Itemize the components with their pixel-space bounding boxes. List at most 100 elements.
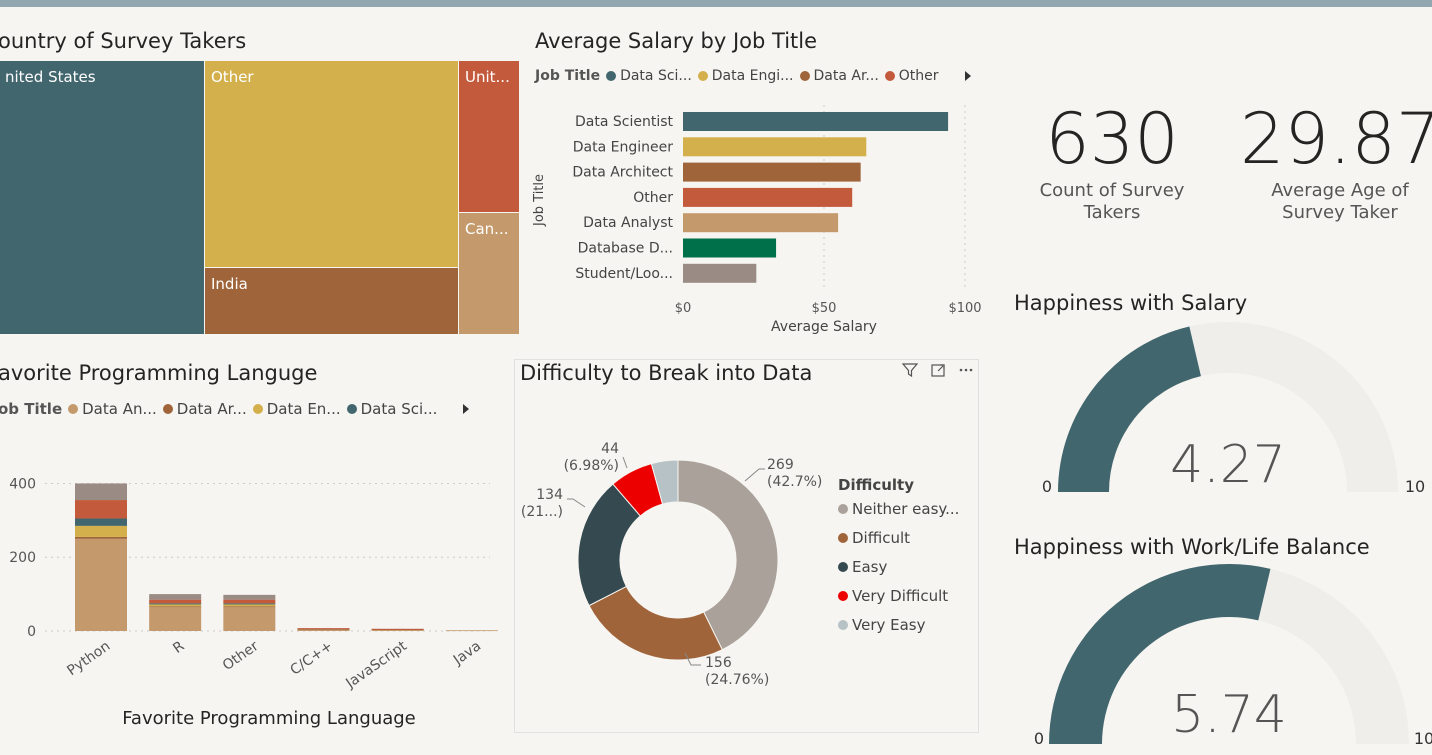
stacked-bar-segment[interactable]	[297, 628, 350, 629]
salary-bar[interactable]	[683, 187, 853, 207]
salary-bar[interactable]	[683, 137, 867, 157]
legend-title: Difficulty	[838, 476, 914, 494]
gauge-value: 5.74	[1171, 685, 1287, 745]
legend-item[interactable]: Data Ar...	[799, 68, 879, 84]
y-tick-label: Database D...	[578, 241, 673, 257]
data-label-value: 269	[767, 457, 794, 473]
treemap-cell-other[interactable]: Other	[204, 60, 459, 268]
gauge-min: 0	[1034, 729, 1044, 748]
legend-label: Difficult	[852, 529, 911, 547]
salary-bar[interactable]	[683, 112, 949, 131]
x-tick-label: $50	[812, 301, 837, 316]
legend-item[interactable]: Data Sci...	[346, 400, 437, 418]
stacked-bar-segment[interactable]	[149, 603, 202, 605]
legend-dot	[838, 504, 848, 514]
legend-item[interactable]: Other	[884, 68, 939, 84]
difficulty-legend: Difficulty Neither easy... Difficult Eas…	[838, 476, 959, 645]
donut-slice[interactable]	[588, 585, 723, 661]
more-options-icon[interactable]	[956, 362, 976, 382]
legend-item[interactable]: Difficult	[838, 529, 959, 558]
legend-label: Easy	[852, 558, 888, 576]
legend-item[interactable]: Data Sci...	[606, 68, 692, 84]
stacked-bar-segment[interactable]	[223, 606, 276, 608]
legend-item[interactable]: Data En...	[252, 400, 341, 418]
legend-item[interactable]: Data An...	[68, 400, 157, 418]
treemap-cell-united-kingdom[interactable]: Unit...	[458, 60, 520, 213]
legend-dot	[162, 404, 173, 414]
y-tick-label: 0	[27, 624, 36, 640]
stacked-bar-segment[interactable]	[223, 594, 276, 600]
stacked-bar-segment[interactable]	[297, 628, 350, 630]
stacked-bar-segment[interactable]	[149, 599, 202, 604]
legend-dot	[606, 71, 617, 81]
legend-label: Data Ar...	[813, 68, 879, 84]
x-tick-label: Other	[220, 638, 262, 674]
legend-dot	[799, 71, 810, 81]
legend-dot	[838, 533, 848, 543]
treemap-cell-india[interactable]: India	[204, 267, 459, 335]
y-tick-label: Data Scientist	[575, 114, 674, 130]
stacked-bar-segment[interactable]	[223, 599, 276, 604]
filter-icon[interactable]	[900, 362, 920, 382]
data-label-percent: (42.7%)	[767, 474, 822, 490]
kpi-label-line: Survey Taker	[1282, 202, 1398, 223]
y-tick-label: 400	[9, 476, 36, 492]
salary-bar[interactable]	[683, 162, 861, 182]
legend-item[interactable]: Data Ar...	[162, 400, 247, 418]
legend-item[interactable]: Data Engi...	[697, 68, 794, 84]
language-chart-title: avorite Programming Languge	[0, 361, 318, 385]
stacked-bar-segment[interactable]	[75, 518, 127, 526]
stacked-bar-segment[interactable]	[75, 500, 127, 519]
focus-mode-icon[interactable]	[928, 362, 948, 382]
stacked-bar-segment[interactable]	[75, 525, 127, 537]
data-label-percent: (24.76%)	[705, 672, 769, 688]
y-tick-label: Student/Loo...	[575, 266, 673, 282]
stacked-bar-segment[interactable]	[445, 630, 498, 632]
gauge-salary: 4.27 0 10	[1042, 322, 1425, 496]
legend-label: Neither easy...	[852, 500, 960, 518]
treemap-cell-canada[interactable]: Can...	[458, 212, 520, 335]
gauge-min: 0	[1042, 477, 1052, 496]
salary-bar[interactable]	[683, 213, 839, 233]
stacked-bar-segment[interactable]	[149, 607, 202, 631]
stacked-bar-segment[interactable]	[371, 628, 424, 630]
stacked-bar-segment[interactable]	[149, 594, 202, 600]
y-tick-label: Other	[633, 190, 673, 206]
legend-title: ob Title	[0, 400, 63, 418]
treemap-cell-united-states[interactable]: nited States	[0, 60, 205, 335]
x-tick-label: Python	[64, 638, 113, 679]
kpi-label-line: Takers	[1083, 202, 1141, 223]
y-tick-label: 200	[9, 550, 36, 566]
treemap-cell-label: nited States	[5, 68, 96, 86]
legend-dot	[838, 562, 848, 572]
legend-label: Very Easy	[852, 616, 926, 634]
stacked-bar-segment[interactable]	[75, 536, 127, 539]
legend-dot	[884, 71, 895, 81]
legend-next-arrow-icon[interactable]	[463, 404, 470, 414]
legend-dot	[252, 404, 263, 414]
gauge-work-life-balance: 5.74 0 10	[1034, 564, 1432, 748]
legend-next-arrow-icon[interactable]	[964, 71, 971, 81]
stacked-bar-segment[interactable]	[223, 603, 276, 605]
legend-item[interactable]: Easy	[838, 558, 959, 587]
kpi-count-value: 630	[1045, 98, 1179, 180]
stacked-bar-segment[interactable]	[149, 604, 202, 607]
legend-item[interactable]: Neither easy...	[838, 500, 959, 529]
data-label-value: 134	[536, 487, 563, 503]
stacked-bar-segment[interactable]	[223, 607, 276, 631]
stacked-bar-segment[interactable]	[75, 538, 127, 631]
salary-bar[interactable]	[683, 263, 757, 283]
salary-x-axis-label: Average Salary	[771, 319, 877, 335]
kpi-count-label: Count of Survey Takers	[1012, 180, 1212, 224]
gauge-salary-title: Happiness with Salary	[1014, 291, 1248, 315]
salary-bar[interactable]	[683, 238, 777, 258]
legend-item[interactable]: Very Difficult	[838, 587, 959, 616]
stacked-bar-segment[interactable]	[75, 483, 127, 501]
treemap-cell-label: Can...	[465, 220, 509, 238]
salary-y-axis-label: Job Title	[532, 174, 547, 227]
difficulty-chart-title: Difficulty to Break into Data	[520, 361, 813, 385]
stacked-bar-segment[interactable]	[223, 604, 276, 607]
legend-item[interactable]: Very Easy	[838, 616, 959, 645]
y-tick-label: Data Analyst	[583, 215, 673, 231]
stacked-bar-segment[interactable]	[149, 606, 202, 608]
